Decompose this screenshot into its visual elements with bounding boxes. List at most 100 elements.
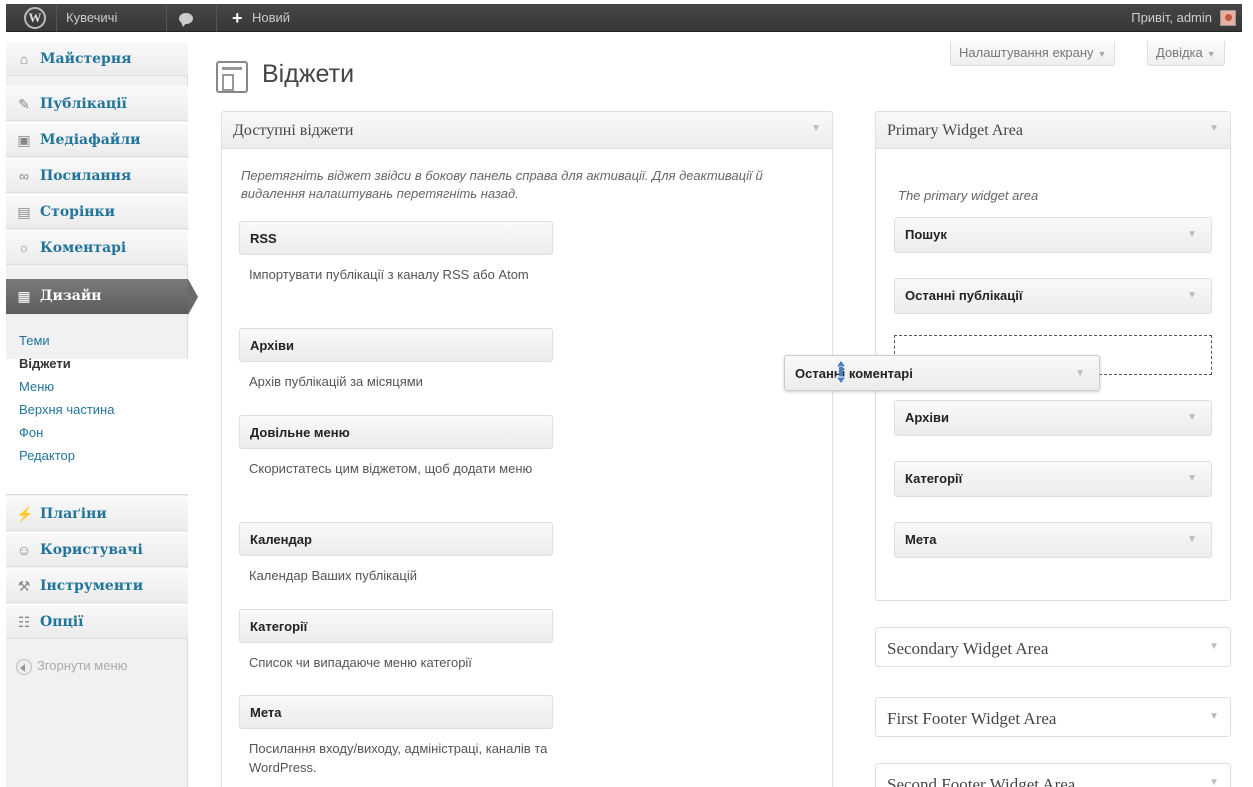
plus-icon[interactable]: + <box>232 4 243 32</box>
site-name-link[interactable]: Кувечичі <box>66 4 117 32</box>
submenu-item-header[interactable]: Верхня частина <box>19 402 114 417</box>
comment-icon: ○ <box>19 240 29 256</box>
collapse-menu-label: Згорнути меню <box>37 658 128 673</box>
primary-widget-area-description: The primary widget area <box>898 188 1039 203</box>
widget-title: Архіви <box>905 410 949 425</box>
menu-label: Сторінки <box>40 204 116 220</box>
widget-title: Календар <box>250 532 312 547</box>
panel-title: Primary Widget Area <box>887 122 1023 139</box>
sidebar-widget-meta[interactable]: Мета ▼ <box>894 522 1212 558</box>
menu-item-tools[interactable]: ⚒ Інструменти <box>6 568 188 603</box>
chevron-down-icon[interactable]: ▼ <box>1187 290 1197 301</box>
primary-widget-area-header[interactable]: Primary Widget Area ▼ <box>876 112 1230 149</box>
widget-description: Посилання входу/виходу, адміністраці, ка… <box>249 741 548 775</box>
pushpin-icon: ✎ <box>18 96 30 112</box>
chevron-down-icon[interactable]: ▼ <box>1187 534 1197 545</box>
submenu-item-background[interactable]: Фон <box>19 425 43 440</box>
menu-item-posts[interactable]: ✎ Публікації <box>6 86 188 121</box>
panel-title: Second Footer Widget Area <box>887 775 1076 787</box>
collapse-arrow-icon <box>16 658 32 675</box>
available-widgets-panel: Доступні віджети ▼ Перетягніть віджет зв… <box>221 111 833 787</box>
tools-icon: ⚒ <box>17 578 31 594</box>
chevron-down-icon[interactable]: ▼ <box>1187 473 1197 484</box>
menu-item-comments[interactable]: ○ Коментарі <box>6 230 188 265</box>
wordpress-logo-icon[interactable]: W <box>24 7 46 29</box>
sidebar-widget-recent-posts[interactable]: Останні публікації ▼ <box>894 278 1212 314</box>
account-greeting[interactable]: Привіт, admin <box>1131 4 1212 32</box>
menu-item-links[interactable]: ∞ Посилання <box>6 158 188 193</box>
widget-title: Останні коментарі <box>795 366 913 381</box>
widget-categories[interactable]: Категорії <box>239 609 553 643</box>
chevron-down-icon[interactable]: ▼ <box>1209 123 1219 134</box>
widget-description: Архів публікацій за місяцями <box>249 374 423 389</box>
collapse-menu-button[interactable]: Згорнути меню <box>16 658 127 675</box>
second-footer-widget-area[interactable]: Second Footer Widget Area ▼ <box>875 763 1231 787</box>
new-content-link[interactable]: Новий <box>252 4 290 32</box>
chevron-down-icon[interactable]: ▼ <box>1187 229 1197 240</box>
available-widgets-description: Перетягніть віджет звідси в бокову панел… <box>241 168 763 201</box>
widget-title: Мета <box>905 532 937 547</box>
menu-label: Медіафайли <box>40 132 141 148</box>
avatar[interactable] <box>1220 10 1236 26</box>
help-label: Довідка <box>1156 45 1203 60</box>
menu-item-appearance[interactable]: ▦ Дизайн <box>6 279 198 315</box>
submenu-item-editor[interactable]: Редактор <box>19 448 75 463</box>
link-icon: ∞ <box>19 168 29 184</box>
chevron-down-icon[interactable]: ▼ <box>1075 368 1085 379</box>
media-icon: ▣ <box>17 132 31 148</box>
menu-label: Опції <box>40 614 84 630</box>
menu-label: Користувачі <box>40 542 143 558</box>
sidebar-widget-archives[interactable]: Архіви ▼ <box>894 400 1212 436</box>
widget-custom-menu[interactable]: Довільне меню <box>239 415 553 449</box>
menu-label: Дизайн <box>40 288 102 304</box>
divider <box>216 4 217 32</box>
secondary-widget-area[interactable]: Secondary Widget Area ▼ <box>875 627 1231 667</box>
submenu-item-menus[interactable]: Меню <box>19 379 54 394</box>
menu-label: Інструменти <box>40 578 144 594</box>
chevron-down-icon[interactable]: ▼ <box>1187 412 1197 423</box>
menu-item-plugins[interactable]: ⚡ Плаґіни <box>6 496 188 531</box>
submenu-item-themes[interactable]: Теми <box>19 333 50 348</box>
first-footer-widget-area[interactable]: First Footer Widget Area ▼ <box>875 697 1231 737</box>
screen-options-button[interactable]: Налаштування екрану ▼ <box>950 41 1116 66</box>
chevron-down-icon[interactable]: ▼ <box>1209 777 1219 787</box>
menu-label: Коментарі <box>40 240 127 256</box>
widget-description: Імпортувати публікації з каналу RSS або … <box>249 267 529 282</box>
widget-rss[interactable]: RSS <box>239 221 553 255</box>
available-widgets-header[interactable]: Доступні віджети ▼ <box>222 112 832 149</box>
widgets-page-icon <box>216 61 248 93</box>
menu-label: Посилання <box>40 168 132 184</box>
menu-item-pages[interactable]: ▤ Сторінки <box>6 194 188 229</box>
appearance-icon: ▦ <box>17 288 31 304</box>
sidebar-widget-search[interactable]: Пошук ▼ <box>894 217 1212 253</box>
help-button[interactable]: Довідка ▼ <box>1147 41 1225 66</box>
menu-item-dashboard[interactable]: ⌂ Майстерня <box>6 41 188 76</box>
panel-title: Secondary Widget Area <box>887 639 1049 658</box>
panel-title: Доступні віджети <box>233 122 354 139</box>
widget-meta[interactable]: Мета <box>239 695 553 729</box>
menu-label: Майстерня <box>40 51 132 67</box>
widget-calendar[interactable]: Календар <box>239 522 553 556</box>
widget-description: Список чи випадаюче меню категорії <box>249 655 472 670</box>
comments-bubble-icon[interactable] <box>179 13 193 27</box>
widget-title: Мета <box>250 705 282 720</box>
chevron-down-icon[interactable]: ▼ <box>811 123 821 134</box>
widget-title: Останні публікації <box>905 288 1023 303</box>
pages-icon: ▤ <box>17 204 31 220</box>
widget-title: Довільне меню <box>250 425 350 440</box>
menu-label: Публікації <box>40 96 127 112</box>
admin-bar-inner: W Кувечичі + Новий Привіт, admin <box>6 4 1242 32</box>
current-menu-arrow <box>188 279 198 315</box>
menu-label: Плаґіни <box>40 506 107 522</box>
menu-item-users[interactable]: ☺ Користувачі <box>6 532 188 567</box>
widget-archives[interactable]: Архіви <box>239 328 553 362</box>
chevron-down-icon[interactable]: ▼ <box>1209 711 1219 722</box>
chevron-down-icon[interactable]: ▼ <box>1209 641 1219 652</box>
menu-item-settings[interactable]: ☷ Опції <box>6 604 188 639</box>
sidebar-widget-categories[interactable]: Категорії ▼ <box>894 461 1212 497</box>
panel-title: First Footer Widget Area <box>887 709 1057 728</box>
submenu-item-widgets[interactable]: Віджети <box>19 356 71 371</box>
move-cursor-icon <box>835 359 847 385</box>
users-icon: ☺ <box>16 542 32 558</box>
menu-item-media[interactable]: ▣ Медіафайли <box>6 122 188 157</box>
